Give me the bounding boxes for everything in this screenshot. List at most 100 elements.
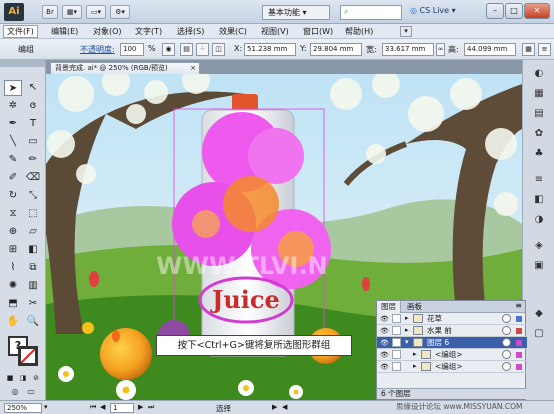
screen-mode-button[interactable]: ▭▾ bbox=[86, 5, 106, 19]
screen-mode-icon[interactable]: ▭ bbox=[24, 384, 38, 396]
x-field[interactable]: 51.238 mm bbox=[244, 43, 296, 56]
align-icon[interactable]: ▤ bbox=[180, 43, 193, 56]
type-tool-icon[interactable]: T bbox=[24, 116, 42, 132]
reference-point-icon[interactable]: ⁘ bbox=[196, 43, 209, 56]
menu-file[interactable]: 文件(F) bbox=[3, 25, 38, 38]
menu-effect[interactable]: 效果(C) bbox=[216, 25, 250, 38]
menu-object[interactable]: 对象(O) bbox=[90, 25, 125, 38]
visibility-eye-icon[interactable]: 👁 bbox=[380, 326, 389, 337]
sublayer-row[interactable]: 👁 ▸ <编组> bbox=[377, 361, 527, 373]
color-panel-icon[interactable]: ◐ bbox=[531, 66, 547, 82]
visibility-eye-icon[interactable]: 👁 bbox=[380, 338, 389, 349]
appearance-panel-icon[interactable]: ◈ bbox=[531, 238, 547, 254]
sublayer-row[interactable]: 👁 ▸ <编组> bbox=[377, 349, 527, 361]
gradient-panel-icon[interactable]: ◧ bbox=[531, 192, 547, 208]
tab-artboards[interactable]: 画板 bbox=[403, 301, 426, 313]
brushes-panel-icon[interactable]: ✿ bbox=[531, 126, 547, 142]
recolor-artwork-icon[interactable]: ◉ bbox=[162, 43, 175, 56]
perspective-grid-tool-icon[interactable]: ▱ bbox=[24, 224, 42, 240]
zoom-level-field[interactable]: 250% bbox=[4, 403, 42, 413]
menu-type[interactable]: 文字(T) bbox=[132, 25, 165, 38]
width-field[interactable]: 33.617 mm bbox=[382, 43, 434, 56]
transform-icon[interactable]: ▦ bbox=[522, 43, 535, 56]
last-artboard-button[interactable]: ⏭ bbox=[148, 403, 154, 412]
rectangle-tool-icon[interactable]: ▭ bbox=[24, 134, 42, 150]
draw-mode-icon[interactable]: ◎ bbox=[8, 384, 22, 396]
expand-arrow-icon[interactable]: ▸ bbox=[413, 349, 417, 360]
graphic-styles-icon[interactable]: ▣ bbox=[531, 258, 547, 274]
layer-row[interactable]: 👁 ▸ 花草 bbox=[377, 313, 527, 325]
extension-button[interactable]: ⚙▾ bbox=[110, 5, 130, 19]
view-options-icon[interactable]: ▾ bbox=[400, 26, 412, 37]
arrange-documents-button[interactable]: ▦▾ bbox=[62, 5, 82, 19]
previous-artboard-button[interactable]: ◀ bbox=[100, 403, 105, 411]
first-artboard-button[interactable]: ⏮ bbox=[90, 403, 96, 412]
symbol-sprayer-tool-icon[interactable]: ✺ bbox=[4, 278, 22, 294]
artboards-panel-icon[interactable]: ▢ bbox=[531, 326, 547, 342]
lock-toggle[interactable] bbox=[392, 350, 401, 359]
next-artboard-button[interactable]: ▶ bbox=[138, 403, 143, 411]
menu-help[interactable]: 帮助(H) bbox=[342, 25, 376, 38]
artboard-tool-icon[interactable]: ⬒ bbox=[4, 296, 22, 312]
target-icon[interactable] bbox=[502, 362, 511, 371]
tab-layers[interactable]: 图层 bbox=[377, 301, 401, 313]
maximize-button[interactable]: □ bbox=[505, 3, 523, 19]
constrain-proportions-icon[interactable]: ∞ bbox=[436, 43, 445, 56]
layers-menu-icon[interactable]: ≡ bbox=[515, 301, 522, 310]
color-mode-icon[interactable]: ■ bbox=[4, 370, 16, 382]
gradient-mode-icon[interactable]: ◨ bbox=[17, 370, 29, 382]
lock-toggle[interactable] bbox=[392, 326, 401, 335]
workspace-switcher[interactable]: 基本功能 ▾ bbox=[262, 5, 330, 20]
color-guide-icon[interactable]: ▦ bbox=[531, 86, 547, 102]
target-icon[interactable] bbox=[502, 350, 511, 359]
isolate-group-icon[interactable]: ◫ bbox=[212, 43, 225, 56]
magic-wand-tool-icon[interactable]: ✲ bbox=[4, 98, 22, 114]
y-field[interactable]: 29.804 mm bbox=[310, 43, 362, 56]
lock-toggle[interactable] bbox=[392, 314, 401, 323]
lasso-tool-icon[interactable]: ɞ bbox=[24, 98, 42, 114]
none-mode-icon[interactable]: ⊘ bbox=[30, 370, 42, 382]
target-icon[interactable] bbox=[502, 338, 511, 347]
search-input[interactable]: ⌕ bbox=[340, 5, 402, 20]
scale-tool-icon[interactable]: ⤡ bbox=[24, 188, 42, 204]
menu-select[interactable]: 选择(S) bbox=[174, 25, 207, 38]
stroke-panel-icon[interactable]: ≡ bbox=[531, 172, 547, 188]
menu-edit[interactable]: 编辑(E) bbox=[48, 25, 81, 38]
pencil-tool-icon[interactable]: ✏ bbox=[24, 152, 42, 168]
cs-live-button[interactable]: ◎ CS Live ▾ bbox=[410, 6, 456, 15]
menu-view[interactable]: 视图(V) bbox=[258, 25, 292, 38]
hand-tool-icon[interactable]: ✋ bbox=[4, 314, 22, 330]
height-field[interactable]: 44.099 mm bbox=[464, 43, 516, 56]
layer-row[interactable]: 👁 ▸ 水果 前 bbox=[377, 325, 527, 337]
rotate-tool-icon[interactable]: ↻ bbox=[4, 188, 22, 204]
layer-row-selected[interactable]: 👁 ▾ 图层 6 bbox=[377, 337, 527, 349]
shape-builder-tool-icon[interactable]: ⊕ bbox=[4, 224, 22, 240]
slice-tool-icon[interactable]: ✂ bbox=[24, 296, 42, 312]
visibility-eye-icon[interactable]: 👁 bbox=[380, 314, 389, 325]
current-tool-status[interactable]: 选择 bbox=[216, 403, 231, 414]
line-tool-icon[interactable]: ╲ bbox=[4, 134, 22, 150]
zoom-dropdown-icon[interactable]: ▾ bbox=[44, 403, 48, 411]
visibility-eye-icon[interactable]: 👁 bbox=[380, 362, 389, 373]
zoom-tool-icon[interactable]: 🔍 bbox=[24, 314, 42, 330]
target-icon[interactable] bbox=[502, 314, 511, 323]
free-transform-tool-icon[interactable]: ⬚ bbox=[24, 206, 42, 222]
menu-window[interactable]: 窗口(W) bbox=[300, 25, 336, 38]
target-icon[interactable] bbox=[502, 326, 511, 335]
direct-selection-tool-icon[interactable]: ↖ bbox=[24, 80, 42, 96]
column-graph-tool-icon[interactable]: ▥ bbox=[24, 278, 42, 294]
expand-arrow-icon[interactable]: ▸ bbox=[413, 361, 417, 372]
width-tool-icon[interactable]: ⧖ bbox=[4, 206, 22, 222]
swatches-panel-icon[interactable]: ▤ bbox=[531, 106, 547, 122]
document-close-icon[interactable]: × bbox=[190, 63, 196, 74]
lock-toggle[interactable] bbox=[392, 338, 401, 347]
paintbrush-tool-icon[interactable]: ✎ bbox=[4, 152, 22, 168]
artboard-number-field[interactable]: 1 bbox=[110, 403, 134, 413]
collapse-arrow-icon[interactable]: ▾ bbox=[405, 337, 409, 348]
minimize-button[interactable]: – bbox=[486, 3, 504, 19]
lock-toggle[interactable] bbox=[392, 362, 401, 371]
gradient-tool-icon[interactable]: ◧ bbox=[24, 242, 42, 258]
stroke-color-swatch[interactable] bbox=[18, 346, 38, 366]
transparency-panel-icon[interactable]: ◑ bbox=[531, 212, 547, 228]
document-tab[interactable]: 背景完成. ai* @ 250% (RGB/预览) × bbox=[50, 62, 200, 74]
